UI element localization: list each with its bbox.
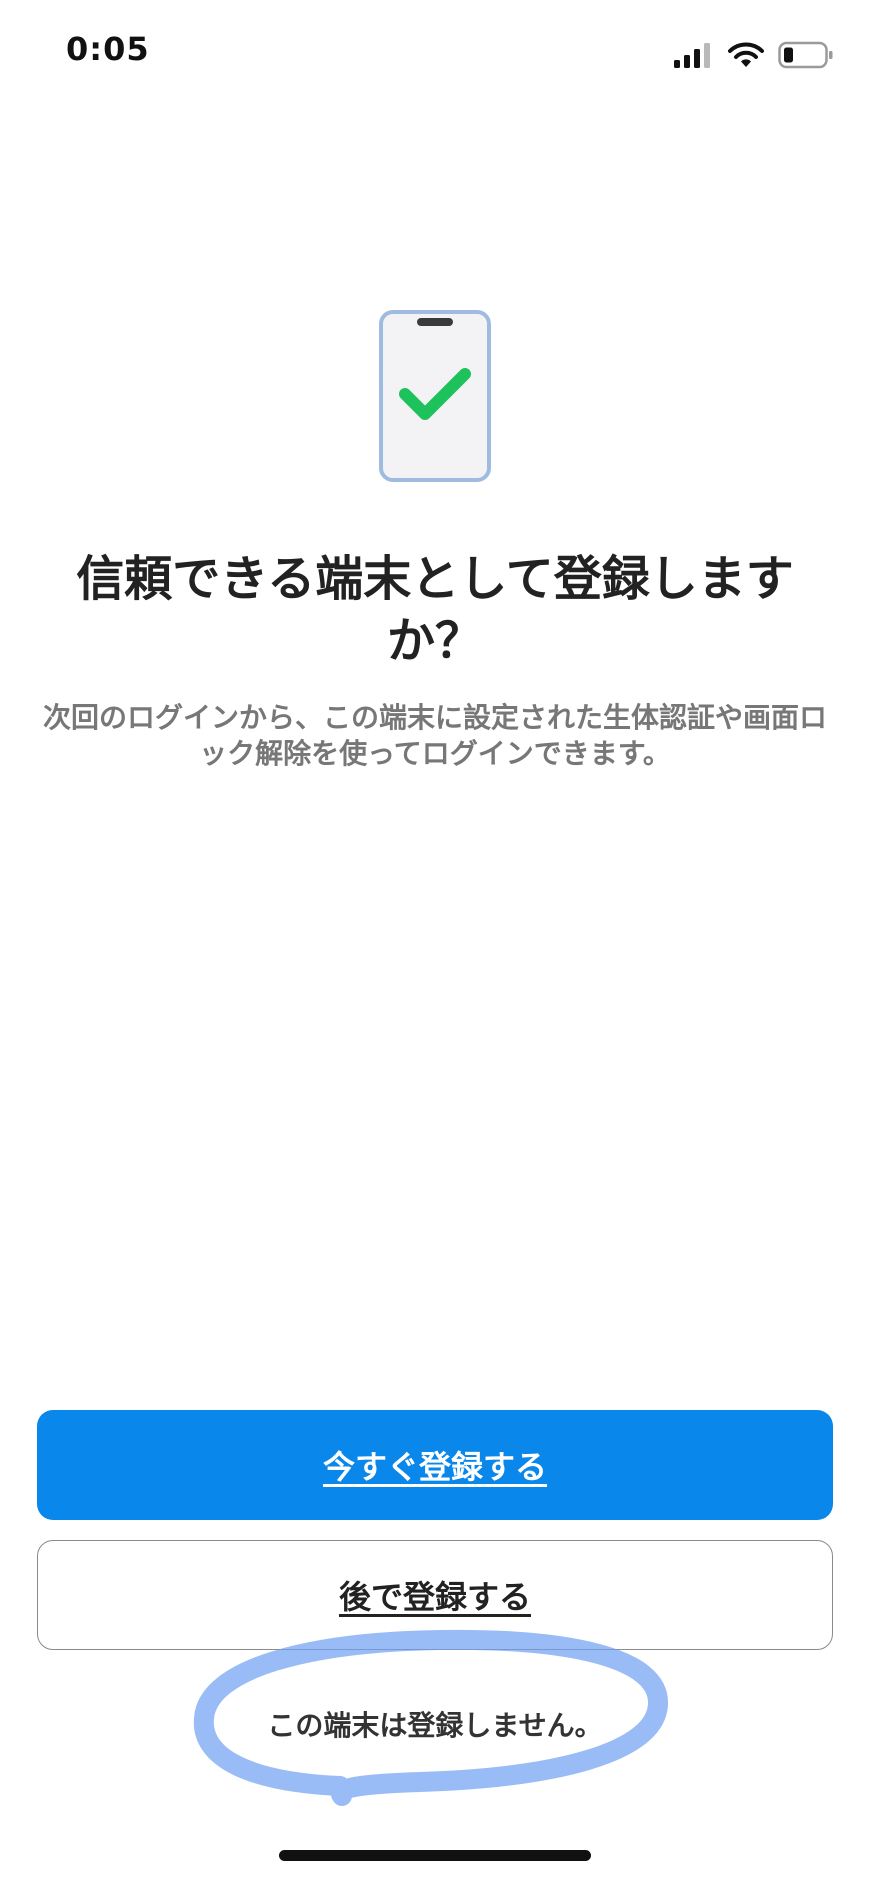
signal-bars-icon: [674, 43, 710, 68]
page-description: 次回のログインから、この端末に設定された生体認証や画面ロック解除を使ってログイン…: [42, 701, 827, 770]
status-bar: 0:05: [0, 0, 870, 110]
register-now-button[interactable]: 今すぐ登録する: [37, 1410, 833, 1520]
register-later-button[interactable]: 後で登録する: [37, 1540, 833, 1650]
page-title: 信頼できる端末として登録しますか？: [76, 551, 794, 669]
status-time: 0:05: [66, 30, 150, 68]
wifi-icon: [728, 42, 764, 67]
battery-low-icon: [778, 41, 833, 69]
dont-register-link[interactable]: この端末は登録しません。: [200, 1704, 670, 1744]
status-icons: [674, 40, 834, 70]
smartphone-check-icon: [379, 310, 491, 482]
home-indicator: [279, 1850, 591, 1861]
